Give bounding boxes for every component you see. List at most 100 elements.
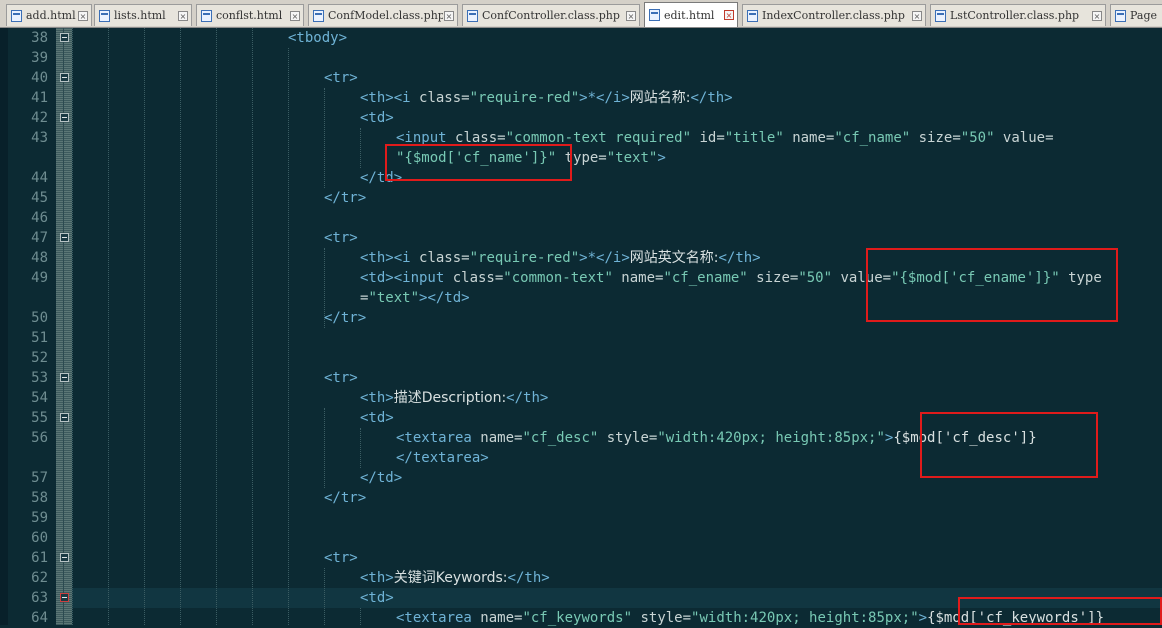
- attr-token: style=: [598, 430, 658, 446]
- code-line-54: <th>描述Description:</th>: [360, 388, 548, 408]
- tab-edit-html[interactable]: edit.html ×: [644, 2, 738, 27]
- code-line-61: <tr>: [324, 548, 358, 568]
- annotation-box-cf-keywords: [958, 597, 1162, 625]
- line-number: 46: [31, 210, 48, 226]
- attr-token: class=: [419, 250, 470, 266]
- string-token: "title": [724, 130, 784, 146]
- tag-token: </th>: [506, 390, 549, 406]
- tab-confmodel-php[interactable]: ConfModel.class.php ×: [308, 4, 458, 26]
- code-line-57: </td>: [360, 468, 402, 488]
- tag-token: <tr>: [324, 370, 358, 386]
- tag-token: <textarea: [396, 610, 481, 626]
- code-line-63: <td>: [360, 588, 394, 608]
- tab-label: Page: [1130, 9, 1158, 22]
- line-number: 62: [31, 570, 48, 586]
- line-number: 57: [31, 470, 48, 486]
- line-number: 64: [31, 610, 48, 626]
- indent-guide: [108, 28, 109, 625]
- fold-collapse-icon[interactable]: [60, 553, 69, 562]
- indent-guide: [72, 28, 73, 625]
- fold-collapse-icon[interactable]: [60, 413, 69, 422]
- line-number: 63: [31, 590, 48, 606]
- string-token: "cf_name": [834, 130, 911, 146]
- close-icon[interactable]: ×: [912, 10, 922, 21]
- line-number-gutter: 38 39 40 41 42 43 44 45 46 47 48 49 50 5…: [8, 28, 56, 626]
- line-number: 43: [31, 130, 48, 146]
- tab-add-html[interactable]: add.html ×: [6, 4, 92, 26]
- string-token: "cf_ename": [663, 270, 748, 286]
- line-number: 54: [31, 390, 48, 406]
- fold-collapse-icon[interactable]: [60, 33, 69, 42]
- string-token: "common-text": [503, 270, 613, 286]
- code-area[interactable]: <tbody> <tr> <th><i class="require-red">…: [72, 28, 1162, 626]
- php-file-icon: [1115, 9, 1126, 22]
- code-line-48: <th><i class="require-red">*</i>网站英文名称:<…: [360, 248, 761, 268]
- tab-lstcontroller-php[interactable]: LstController.class.php ×: [930, 4, 1106, 26]
- indent-guide: [324, 408, 325, 488]
- html-file-icon: [649, 9, 660, 21]
- fold-collapse-icon[interactable]: [60, 73, 69, 82]
- indent-guide: [288, 48, 289, 625]
- tag-token: </tr>: [324, 490, 367, 506]
- tag-token: <th><i: [360, 90, 420, 106]
- close-icon[interactable]: ×: [1092, 10, 1102, 21]
- line-number: 52: [31, 350, 48, 366]
- fold-collapse-icon[interactable]: [60, 113, 69, 122]
- fold-margin: [56, 28, 72, 625]
- tab-confcontroller-php[interactable]: ConfController.class.php ×: [462, 4, 640, 26]
- tag-token: <th>: [360, 570, 394, 586]
- code-line-38: <tbody>: [288, 28, 347, 48]
- line-number: 38: [31, 30, 48, 46]
- line-number: 44: [31, 170, 48, 186]
- close-icon[interactable]: ×: [78, 10, 88, 21]
- indent-guide: [144, 28, 145, 625]
- code-line-45: </tr>: [324, 188, 366, 208]
- tab-lists-html[interactable]: lists.html ×: [94, 4, 192, 26]
- tab-label: add.html: [26, 9, 76, 22]
- tab-conflst-html[interactable]: conflst.html ×: [196, 4, 304, 26]
- text-token: 网站名称:: [629, 90, 691, 106]
- tag-token: <td>: [360, 110, 394, 126]
- tag-token: </th>: [507, 570, 550, 586]
- annotation-box-cf-ename: [866, 248, 1118, 322]
- html-file-icon: [11, 9, 22, 22]
- html-file-icon: [201, 9, 212, 22]
- tag-token: >: [657, 150, 666, 166]
- code-line-50: </tr>: [324, 308, 366, 328]
- indent-guide: [324, 568, 325, 625]
- close-icon[interactable]: ×: [178, 10, 188, 21]
- attr-token: class=: [452, 270, 504, 286]
- close-icon[interactable]: ×: [290, 10, 300, 21]
- code-line-40: <tr>: [324, 68, 358, 88]
- close-icon[interactable]: ×: [444, 10, 454, 21]
- code-line-42: <td>: [360, 108, 394, 128]
- code-line-53: <tr>: [324, 368, 358, 388]
- indent-guide: [360, 128, 361, 168]
- attr-token: size=: [747, 270, 799, 286]
- html-file-icon: [99, 9, 110, 22]
- tag-token: <th><i: [360, 250, 420, 266]
- string-token: "require-red": [469, 90, 580, 106]
- code-line-55: <td>: [360, 408, 394, 428]
- tag-token: <th>: [360, 390, 394, 406]
- close-icon[interactable]: ×: [626, 10, 636, 21]
- indent-guide: [252, 28, 253, 625]
- tab-label: IndexController.class.php: [762, 9, 905, 22]
- code-editor[interactable]: 38 39 40 41 42 43 44 45 46 47 48 49 50 5…: [0, 28, 1162, 626]
- tab-indexcontroller-php[interactable]: IndexController.class.php ×: [742, 4, 926, 26]
- line-number: 59: [31, 510, 48, 526]
- php-file-icon: [467, 9, 478, 22]
- code-line-58: </tr>: [324, 488, 366, 508]
- close-icon[interactable]: ×: [724, 10, 734, 20]
- fold-collapse-icon[interactable]: [60, 593, 69, 602]
- tab-page[interactable]: Page: [1110, 4, 1162, 26]
- line-number: 45: [31, 190, 48, 206]
- tab-bar: add.html × lists.html × conflst.html × C…: [0, 0, 1162, 28]
- line-number: 56: [31, 430, 48, 446]
- code-line-41: <th><i class="require-red">*</i>网站名称:</t…: [360, 88, 733, 108]
- tag-token: <td><input: [360, 270, 453, 286]
- code-line-49-wrap: ="text"></td>: [360, 288, 470, 308]
- fold-collapse-icon[interactable]: [60, 233, 69, 242]
- text-token: 网站英文名称:: [629, 250, 719, 266]
- fold-collapse-icon[interactable]: [60, 373, 69, 382]
